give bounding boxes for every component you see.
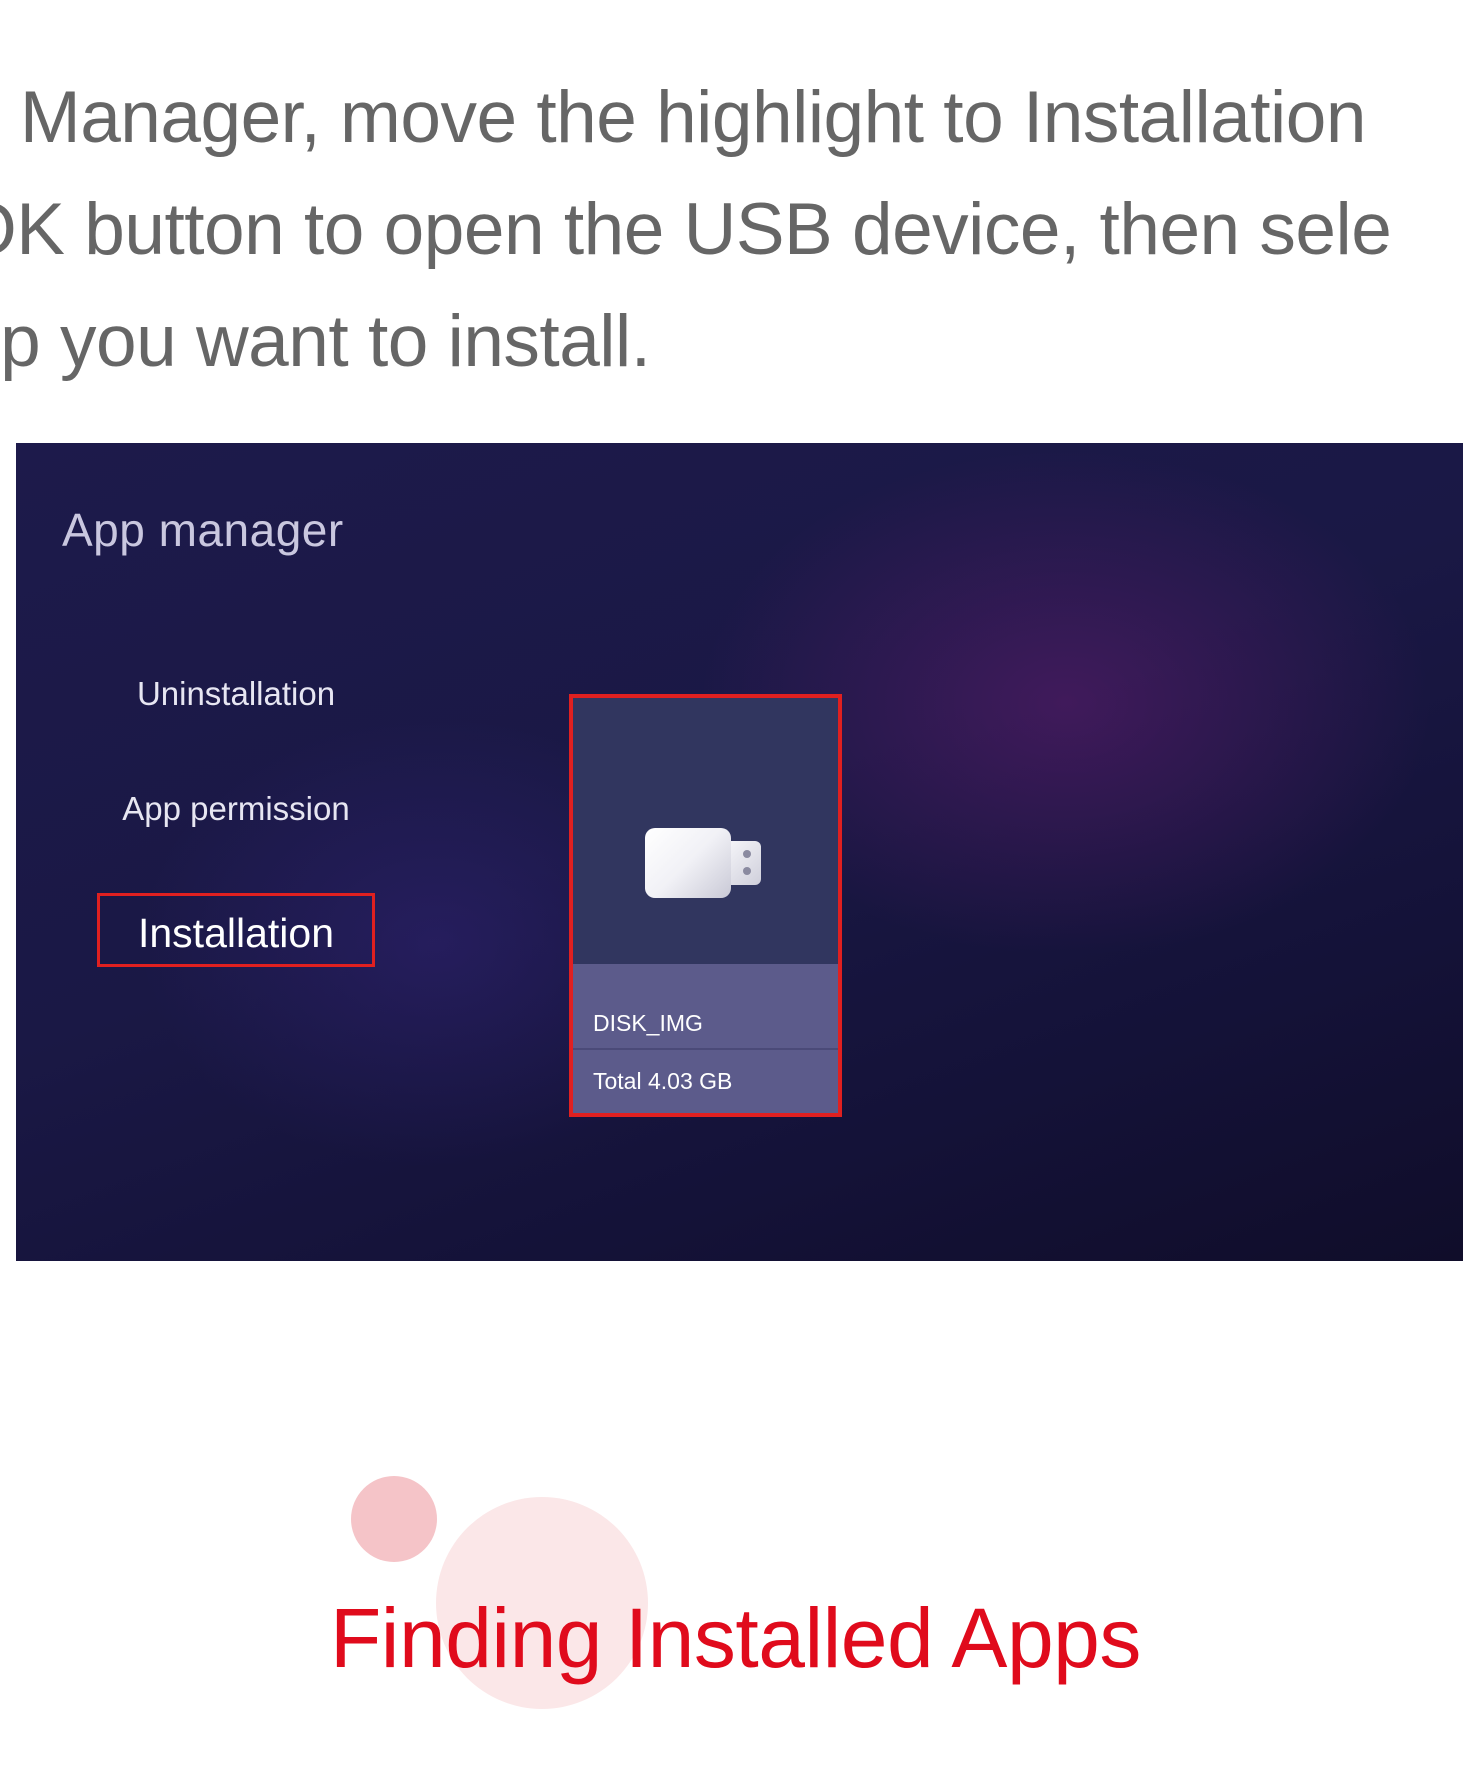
page: p Manager, move the highlight to Install… [0, 0, 1463, 1767]
usb-connector-icon [731, 841, 761, 885]
app-manager-title: App manager [62, 504, 344, 556]
intro-line: p Manager, move the highlight to Install… [0, 77, 1366, 158]
menu-item-installation[interactable]: Installation [97, 893, 375, 967]
intro-paragraph: p Manager, move the highlight to Install… [0, 62, 1463, 398]
device-info: DISK_IMG Total 4.03 GB [573, 964, 838, 1113]
menu-item-uninstallation[interactable]: Uninstallation [86, 675, 386, 713]
menu-item-app-permission[interactable]: App permission [86, 790, 386, 828]
intro-line: OK button to open the USB device, then s… [0, 189, 1392, 270]
usb-device-card[interactable]: DISK_IMG Total 4.03 GB [569, 694, 842, 1117]
decorative-circle-small [351, 1476, 437, 1562]
tv-screenshot: App manager Uninstallation App permissio… [16, 443, 1463, 1261]
device-icon-area [573, 698, 838, 964]
device-name: DISK_IMG [593, 1010, 703, 1036]
intro-line: op you want to install. [0, 301, 651, 382]
device-size: Total 4.03 GB [593, 1068, 733, 1094]
usb-drive-icon [645, 828, 731, 898]
device-info-divider [573, 1048, 838, 1050]
section-heading: Finding Installed Apps [330, 1591, 1141, 1685]
